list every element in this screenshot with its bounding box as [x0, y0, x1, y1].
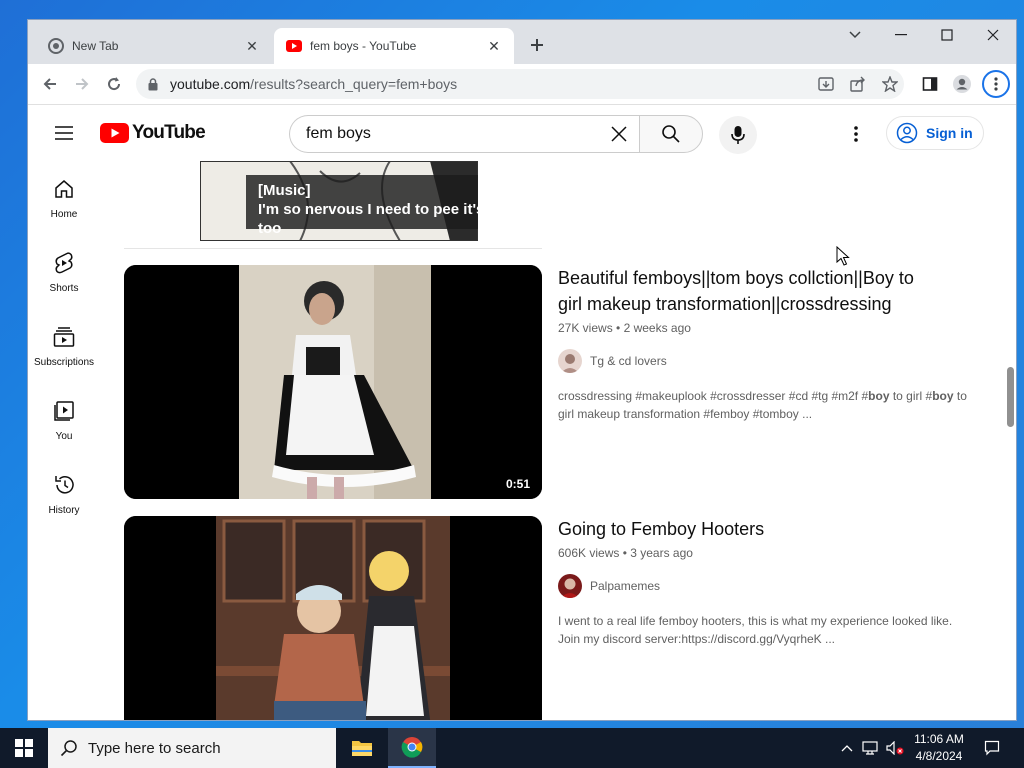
taskbar-search[interactable]: Type here to search	[48, 728, 336, 768]
video-caption: [Music] I'm so nervous I need to pee it'…	[246, 175, 478, 237]
you-icon	[52, 399, 76, 423]
settings-more-icon[interactable]	[844, 122, 868, 146]
youtube-logo[interactable]: YouTube	[100, 122, 206, 143]
back-button[interactable]	[38, 72, 62, 96]
youtube-header: YouTube fem boys Sign in	[28, 105, 1016, 161]
youtube-icon	[286, 38, 302, 54]
guide-label: Shorts	[49, 283, 79, 294]
chrome-icon	[48, 38, 64, 54]
forward-button[interactable]	[70, 72, 94, 96]
browser-window: New Tab ✕ fem boys - YouTube ✕ youtube.c…	[28, 20, 1016, 720]
reload-button[interactable]	[102, 72, 126, 96]
chrome-taskbar-icon[interactable]	[388, 728, 436, 768]
minimize-button[interactable]	[878, 20, 924, 50]
side-panel-icon[interactable]	[918, 72, 942, 96]
guide-label: Home	[50, 209, 78, 220]
tab-youtube[interactable]: fem boys - YouTube ✕	[274, 28, 514, 64]
file-explorer-icon[interactable]	[338, 728, 386, 768]
guide-item-subscriptions[interactable]: Subscriptions	[28, 309, 100, 379]
profile-icon[interactable]	[950, 72, 974, 96]
start-button[interactable]	[0, 728, 48, 768]
volume-muted-icon[interactable]	[884, 728, 906, 768]
video-stats: 27K views • 2 weeks ago	[558, 321, 691, 335]
channel-avatar	[558, 349, 582, 373]
search-input[interactable]: fem boys	[289, 115, 639, 153]
video-description: crossdressing #makeuplook #crossdresser …	[558, 389, 967, 421]
tab-new-tab[interactable]: New Tab ✕	[36, 28, 272, 64]
history-icon	[52, 473, 76, 497]
network-icon[interactable]	[860, 728, 880, 768]
youtube-wordmark: YouTube	[132, 122, 206, 143]
clock-date: 4/8/2024	[915, 749, 963, 763]
search-results: [Music] I'm so nervous I need to pee it'…	[124, 161, 984, 720]
video-info: Going to Femboy Hooters 606K views • 3 y…	[558, 516, 978, 648]
menu-icon[interactable]	[52, 121, 76, 145]
system-clock[interactable]: 11:06 AM 4/8/2024	[906, 731, 972, 765]
guide-item-history[interactable]: History	[28, 457, 100, 527]
lock-icon	[148, 77, 162, 91]
video-duration: 0:51	[501, 475, 534, 493]
video-thumbnail[interactable]: 0:51	[124, 265, 542, 499]
sign-in-button[interactable]: Sign in	[886, 116, 984, 150]
account-icon	[896, 122, 918, 144]
bookmark-star-icon[interactable]	[878, 72, 902, 96]
tab-title: fem boys - YouTube	[310, 39, 417, 53]
subscriptions-icon	[52, 325, 76, 349]
search-icon	[662, 125, 680, 143]
taskbar-search-placeholder: Type here to search	[88, 739, 221, 757]
chrome-menu-icon[interactable]	[982, 70, 1010, 98]
tab-search-button[interactable]	[832, 20, 878, 50]
page-scrollbar[interactable]	[1004, 161, 1016, 720]
video-title[interactable]: Going to Femboy Hooters	[558, 516, 978, 542]
home-icon	[52, 177, 76, 201]
close-window-button[interactable]	[970, 20, 1016, 50]
sign-in-label: Sign in	[926, 125, 973, 141]
close-tab-icon[interactable]: ✕	[244, 38, 260, 54]
share-icon[interactable]	[846, 72, 870, 96]
video-info: Beautiful femboys||tom boys collction||B…	[558, 265, 978, 423]
install-icon[interactable]	[814, 72, 838, 96]
tab-strip: New Tab ✕ fem boys - YouTube ✕	[28, 20, 1016, 64]
search-button[interactable]	[639, 115, 703, 153]
video-title[interactable]: Beautiful femboys||tom boys collction||B…	[558, 265, 978, 317]
guide-label: History	[48, 505, 80, 516]
clear-search-icon[interactable]	[599, 116, 639, 152]
channel-name: Tg & cd lovers	[590, 354, 667, 368]
guide-item-you[interactable]: You	[28, 383, 100, 453]
video-description: I went to a real life femboy hooters, th…	[558, 614, 953, 646]
shorts-icon	[52, 251, 76, 275]
channel-link[interactable]: Tg & cd lovers	[558, 349, 978, 373]
address-bar[interactable]: youtube.com/results?search_query=fem+boy…	[136, 69, 904, 99]
guide-item-home[interactable]: Home	[28, 161, 100, 231]
guide-label: Subscriptions	[33, 357, 95, 368]
tab-title: New Tab	[72, 39, 119, 53]
video-thumbnail[interactable]	[124, 516, 542, 720]
previous-video-thumbnail[interactable]: [Music] I'm so nervous I need to pee it'…	[200, 161, 478, 241]
search-icon	[60, 739, 78, 757]
close-tab-icon[interactable]: ✕	[486, 38, 502, 54]
search-query: fem boys	[306, 125, 371, 142]
voice-search-button[interactable]	[719, 116, 757, 154]
channel-avatar	[558, 574, 582, 598]
maximize-button[interactable]	[924, 20, 970, 50]
youtube-page: YouTube fem boys Sign in Home Shorts Sub…	[28, 105, 1016, 720]
channel-link[interactable]: Palpamemes	[558, 574, 978, 598]
new-tab-button[interactable]	[526, 34, 548, 56]
video-stats: 606K views • 3 years ago	[558, 546, 693, 560]
browser-toolbar: youtube.com/results?search_query=fem+boy…	[28, 64, 1016, 105]
channel-name: Palpamemes	[590, 579, 661, 593]
guide-label: You	[55, 431, 73, 442]
show-hidden-icons-icon[interactable]	[838, 728, 856, 768]
microphone-icon	[731, 126, 745, 144]
taskbar: Type here to search 11:06 AM 4/8/2024	[0, 728, 1024, 768]
notifications-icon[interactable]	[978, 728, 1006, 768]
guide-item-shorts[interactable]: Shorts	[28, 235, 100, 305]
clock-time: 11:06 AM	[914, 732, 964, 746]
divider	[124, 248, 542, 249]
url-text: youtube.com/results?search_query=fem+boy…	[170, 76, 458, 92]
scrollbar-thumb[interactable]	[1007, 367, 1014, 427]
mouse-cursor-icon	[836, 246, 850, 266]
windows-icon	[15, 739, 33, 757]
